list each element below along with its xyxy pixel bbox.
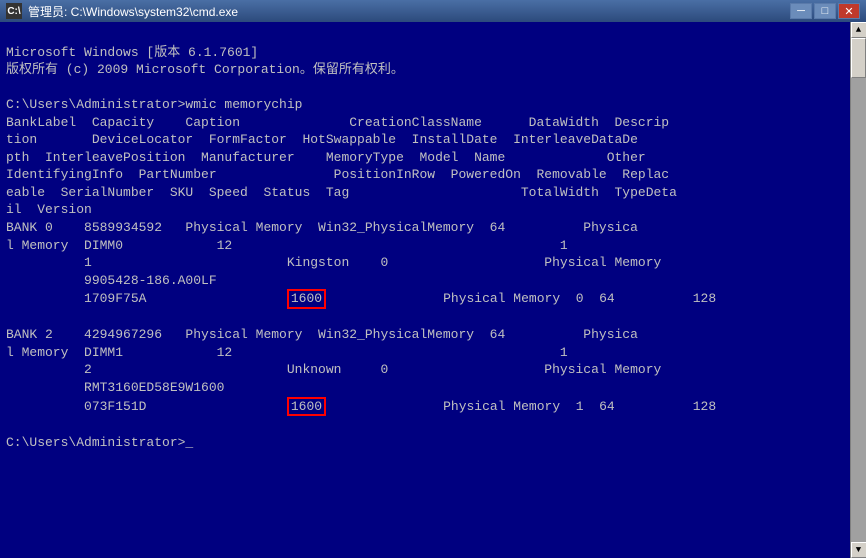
output-line-3 bbox=[6, 79, 844, 97]
close-button[interactable]: ✕ bbox=[838, 3, 860, 19]
prompt-line: C:\Users\Administrator>_ bbox=[6, 434, 844, 452]
output-line-2: 版权所有 (c) 2009 Microsoft Corporation。保留所有… bbox=[6, 61, 844, 79]
bank1-gap bbox=[6, 309, 844, 327]
title-bar: C:\ 管理员: C:\Windows\system32\cmd.exe ─ □… bbox=[0, 0, 866, 22]
bank2-line1: BANK 2 4294967296 Physical Memory Win32_… bbox=[6, 326, 844, 344]
cmd-output: Microsoft Windows [版本 6.1.7601]版权所有 (c) … bbox=[6, 26, 844, 486]
output-line-7: pth InterleavePosition Manufacturer Memo… bbox=[6, 149, 844, 167]
output-line-9: eable SerialNumber SKU Speed Status Tag … bbox=[6, 184, 844, 202]
bank0-speed-highlight: 1600 bbox=[287, 289, 326, 309]
scrollbar[interactable]: ▲ ▼ bbox=[850, 22, 866, 558]
app-icon: C:\ bbox=[6, 3, 22, 19]
bank2-line3: 2 Unknown 0 Physical Memory bbox=[6, 361, 844, 379]
output-line-1: Microsoft Windows [版本 6.1.7601] bbox=[6, 44, 844, 62]
scroll-down-button[interactable]: ▼ bbox=[851, 542, 866, 558]
output-line-8: IdentifyingInfo PartNumber PositionInRow… bbox=[6, 166, 844, 184]
bank2-line5: 073F151D 1600 Physical Memory 1 64 128 bbox=[6, 397, 844, 417]
output-line-4: C:\Users\Administrator>wmic memorychip bbox=[6, 96, 844, 114]
scroll-up-button[interactable]: ▲ bbox=[851, 22, 866, 38]
bank0-line3: 1 Kingston 0 Physical Memory bbox=[6, 254, 844, 272]
output-line-10: il Version bbox=[6, 201, 844, 219]
minimize-button[interactable]: ─ bbox=[790, 3, 812, 19]
bank0-line1: BANK 0 8589934592 Physical Memory Win32_… bbox=[6, 219, 844, 237]
bank0-line2: l Memory DIMM0 12 1 bbox=[6, 237, 844, 255]
window-title: 管理员: C:\Windows\system32\cmd.exe bbox=[28, 3, 790, 20]
bank2-line2: l Memory DIMM1 12 1 bbox=[6, 344, 844, 362]
output-line-6: tion DeviceLocator FormFactor HotSwappab… bbox=[6, 131, 844, 149]
main-container: Microsoft Windows [版本 6.1.7601]版权所有 (c) … bbox=[0, 22, 866, 558]
bank2-speed-highlight: 1600 bbox=[287, 397, 326, 417]
scrollbar-thumb[interactable] bbox=[851, 38, 866, 78]
output-line-5: BankLabel Capacity Caption CreationClass… bbox=[6, 114, 844, 132]
empty-line bbox=[6, 416, 844, 434]
bank2-line4: RMT3160ED58E9W1600 bbox=[6, 379, 844, 397]
maximize-button[interactable]: □ bbox=[814, 3, 836, 19]
scrollbar-track[interactable] bbox=[851, 38, 866, 542]
bank0-line4: 9905428-186.A00LF bbox=[6, 272, 844, 290]
cmd-window[interactable]: Microsoft Windows [版本 6.1.7601]版权所有 (c) … bbox=[0, 22, 850, 558]
window-controls: ─ □ ✕ bbox=[790, 3, 860, 19]
bank0-line5: 1709F75A 1600 Physical Memory 0 64 128 bbox=[6, 289, 844, 309]
